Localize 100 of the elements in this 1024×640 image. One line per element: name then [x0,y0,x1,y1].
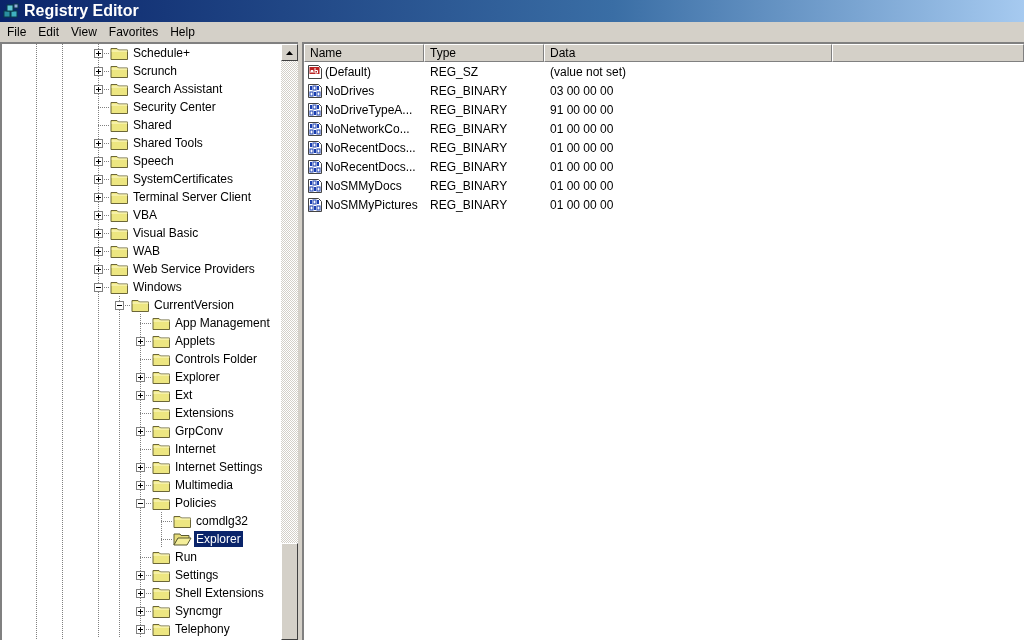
tree-item[interactable]: Multimedia [173,477,236,493]
binary-value-icon [307,139,323,156]
tree-item[interactable]: GrpConv [173,423,226,439]
expand-icon[interactable] [136,589,145,598]
tree-item[interactable]: Visual Basic [131,225,201,241]
column-header[interactable]: Type [424,44,544,62]
expand-icon[interactable] [136,481,145,490]
expand-icon[interactable] [94,229,103,238]
tree-item[interactable]: Ext [173,387,195,403]
tree-item[interactable]: Speech [131,153,176,169]
scrollbar[interactable] [281,44,298,640]
folder-icon [110,99,129,115]
folder-icon [152,369,171,385]
tree-item[interactable]: Terminal Server Client [131,189,254,205]
binary-value-icon [307,158,323,175]
tree-item[interactable]: Explorer [173,369,222,385]
expand-icon[interactable] [94,49,103,58]
expand-icon[interactable] [94,175,103,184]
value-name[interactable]: NoRecentDocs... [325,140,416,155]
folder-icon [152,333,171,349]
value-name[interactable]: NoDriveTypeA... [325,102,413,117]
value-name[interactable]: NoSMMyPictures [325,197,418,212]
tree-item[interactable]: SystemCertificates [131,171,236,187]
folder-icon [110,261,129,277]
collapse-icon[interactable] [94,283,103,292]
tree-item[interactable]: VBA [131,207,159,223]
tree-item[interactable]: Scrunch [131,63,180,79]
value-name[interactable]: NoDrives [325,83,375,98]
tree-item[interactable]: Shell Extensions [173,585,266,601]
tree-item[interactable]: Explorer [194,531,243,547]
tree-item[interactable]: comdlg32 [194,513,251,529]
tree-item[interactable]: CurrentVersion [152,297,237,313]
folder-icon [173,513,192,529]
binary-value-icon [307,196,323,213]
tree-item[interactable]: Extensions [173,405,236,421]
column-header[interactable]: Name [304,44,424,62]
expand-icon[interactable] [136,427,145,436]
folder-icon [110,207,129,223]
tree-item[interactable]: Run [173,549,199,565]
folder-icon [110,63,129,79]
value-data: 91 00 00 00 [549,102,615,117]
menu-item[interactable]: Favorites [102,23,165,41]
tree-item[interactable]: WAB [131,243,162,259]
value-type: REG_BINARY [429,83,509,98]
tree-item[interactable]: Telephony [173,621,232,637]
value-name[interactable]: NoRecentDocs... [325,159,416,174]
menu-item[interactable]: Edit [32,23,66,41]
folder-icon [152,585,171,601]
expand-icon[interactable] [94,247,103,256]
tree-item[interactable]: Settings [173,567,221,583]
expand-icon[interactable] [94,265,103,274]
expand-icon[interactable] [136,571,145,580]
folder-icon [110,45,129,61]
expand-icon[interactable] [94,193,103,202]
tree-item[interactable]: Search Assistant [131,81,225,97]
expand-icon[interactable] [136,373,145,382]
tree-item[interactable]: Controls Folder [173,351,260,367]
menu-item[interactable]: File [1,23,33,41]
expand-icon[interactable] [94,67,103,76]
folder-icon [152,441,171,457]
folder-icon [152,549,171,565]
value-data: 01 00 00 00 [549,121,615,136]
expand-icon[interactable] [136,391,145,400]
expand-icon[interactable] [94,211,103,220]
tree-item[interactable]: Policies [173,495,219,511]
expand-icon[interactable] [136,607,145,616]
expand-icon[interactable] [136,625,145,634]
expand-icon[interactable] [136,463,145,472]
menu-item[interactable]: View [65,23,103,41]
string-value-icon [307,63,323,80]
tree-item[interactable]: Windows [131,279,184,295]
expand-icon[interactable] [94,157,103,166]
expand-icon[interactable] [94,139,103,148]
binary-value-icon [307,120,323,137]
expand-icon[interactable] [94,85,103,94]
tree-item[interactable]: App Management [173,315,272,331]
value-type: REG_BINARY [429,197,509,212]
value-name[interactable]: (Default) [325,64,371,79]
tree-item[interactable]: Security Center [131,99,218,115]
tree-item[interactable]: Syncmgr [173,603,225,619]
value-name[interactable]: NoNetworkCo... [325,121,410,136]
value-name[interactable]: NoSMMyDocs [325,178,402,193]
folder-icon [152,315,171,331]
tree-item[interactable]: Internet [173,441,218,457]
tree-item[interactable]: Shared [131,117,174,133]
tree-item[interactable]: Schedule+ [131,45,193,61]
folder-icon [110,117,129,133]
folder-icon [152,603,171,619]
collapse-icon[interactable] [115,301,124,310]
expand-icon[interactable] [136,337,145,346]
up-arrow-icon [286,50,293,55]
scroll-up-button[interactable] [281,44,298,61]
tree-item[interactable]: Applets [173,333,218,349]
column-header[interactable]: Data [544,44,832,62]
tree-item[interactable]: Web Service Providers [131,261,257,277]
collapse-icon[interactable] [136,499,145,508]
tree-item[interactable]: Shared Tools [131,135,205,151]
scroll-thumb[interactable] [281,543,298,640]
tree-item[interactable]: Internet Settings [173,459,265,475]
menu-item[interactable]: Help [164,23,201,41]
